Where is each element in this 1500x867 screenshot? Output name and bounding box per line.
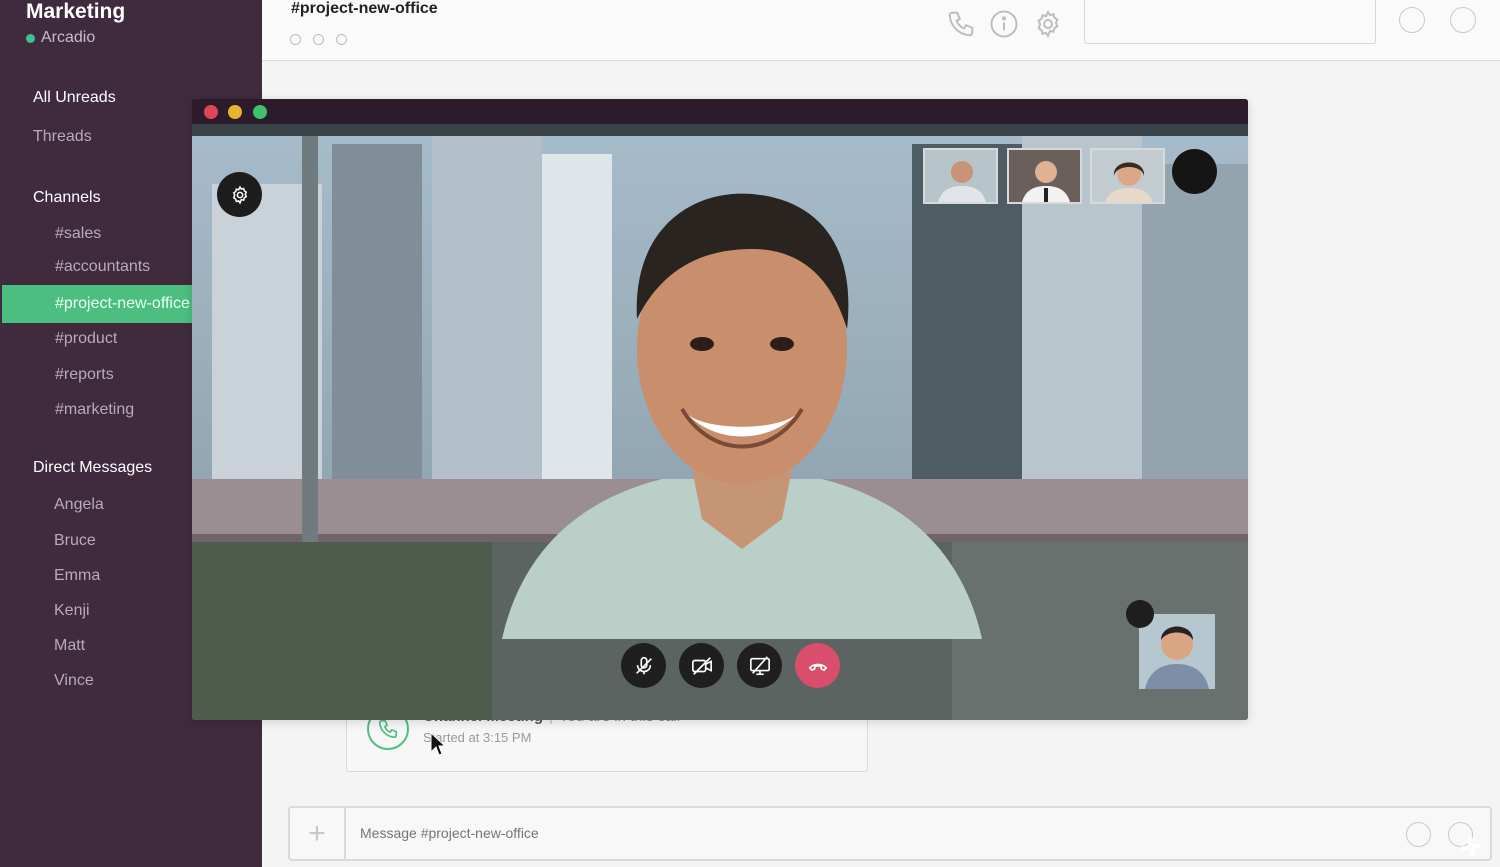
sidebar-dm-kenji[interactable]: Kenji <box>54 602 90 620</box>
sidebar-channel-marketing[interactable]: #marketing <box>55 401 134 419</box>
nav-threads[interactable]: Threads <box>33 128 92 146</box>
sidebar-dm-vince[interactable]: Vince <box>54 672 94 690</box>
mouse-cursor-icon <box>430 732 446 756</box>
hang-up-icon <box>808 663 827 671</box>
participant-avatar <box>1009 150 1080 202</box>
close-window-button[interactable] <box>204 105 218 119</box>
attach-plus-button[interactable]: + <box>290 808 346 859</box>
maximize-window-button[interactable] <box>253 105 267 119</box>
sidebar-channel-product[interactable]: #product <box>55 330 117 348</box>
mute-button[interactable] <box>621 643 666 688</box>
screen-share-off-icon <box>749 655 770 675</box>
sidebar-dm-bruce[interactable]: Bruce <box>54 532 96 550</box>
gear-icon <box>232 185 247 205</box>
dm-section-title[interactable]: Direct Messages <box>33 459 152 477</box>
screen-share-button[interactable] <box>737 643 782 688</box>
minimize-window-button[interactable] <box>228 105 242 119</box>
current-user-name: Arcadio <box>41 29 96 46</box>
sidebar-channel-project-new-office[interactable]: #project-new-office <box>2 285 192 323</box>
call-message-card[interactable]: Channel Meeting|You are in this call Sta… <box>346 708 868 772</box>
mic-off-icon <box>635 656 652 674</box>
nav-all-unreads[interactable]: All Unreads <box>33 89 116 107</box>
sidebar-dm-emma[interactable]: Emma <box>54 567 100 585</box>
sidebar-channel-sales[interactable]: #sales <box>55 225 101 243</box>
participant-avatar <box>925 150 996 202</box>
video-call-window[interactable] <box>192 99 1248 720</box>
call-settings-button[interactable] <box>217 172 262 217</box>
self-video-preview[interactable] <box>1139 614 1215 689</box>
main-video-feed <box>192 124 1248 720</box>
video-off-icon <box>691 656 712 675</box>
channel-header: #project-new-office <box>262 0 1500 61</box>
activity-icon[interactable] <box>1399 7 1425 33</box>
gear-icon[interactable] <box>1033 9 1063 39</box>
sidebar-channel-reports[interactable]: #reports <box>55 366 114 384</box>
toggle-video-button[interactable] <box>679 643 724 688</box>
participant-thumbnail[interactable] <box>1090 148 1165 204</box>
info-icon[interactable] <box>989 9 1019 39</box>
meta-dot <box>290 34 301 45</box>
more-icon[interactable] <box>1450 7 1476 33</box>
participant-thumbnail[interactable] <box>1007 148 1082 204</box>
current-user[interactable]: Arcadio <box>26 29 95 47</box>
sidebar-channel-accountants[interactable]: #accountants <box>55 258 150 276</box>
self-view-indicator <box>1126 600 1154 628</box>
hang-up-button[interactable] <box>795 643 840 688</box>
app-window: Marketing Arcadio All Unreads Threads Ch… <box>0 0 1500 867</box>
meta-dot <box>336 34 347 45</box>
channel-meta-dots <box>290 34 347 45</box>
channel-title[interactable]: #project-new-office <box>291 0 438 18</box>
participant-avatar <box>1092 150 1163 202</box>
self-avatar <box>1139 614 1215 689</box>
presence-dot <box>26 33 35 43</box>
channels-section-title[interactable]: Channels <box>33 189 101 207</box>
phone-icon[interactable] <box>946 9 976 39</box>
more-participants-button[interactable] <box>1172 149 1217 194</box>
search-input[interactable] <box>1084 0 1376 44</box>
sidebar-dm-matt[interactable]: Matt <box>54 637 85 655</box>
message-composer: + <box>288 806 1492 861</box>
sidebar-dm-angela[interactable]: Angela <box>54 496 104 514</box>
emoji-icon[interactable] <box>1406 822 1431 847</box>
call-window-titlebar[interactable] <box>192 99 1248 124</box>
participant-thumbnail[interactable] <box>923 148 998 204</box>
workspace-name[interactable]: Marketing <box>26 0 125 24</box>
slack-logo-icon <box>1461 837 1481 857</box>
meta-dot <box>313 34 324 45</box>
participant-video <box>502 193 982 639</box>
message-input[interactable] <box>360 825 1260 841</box>
